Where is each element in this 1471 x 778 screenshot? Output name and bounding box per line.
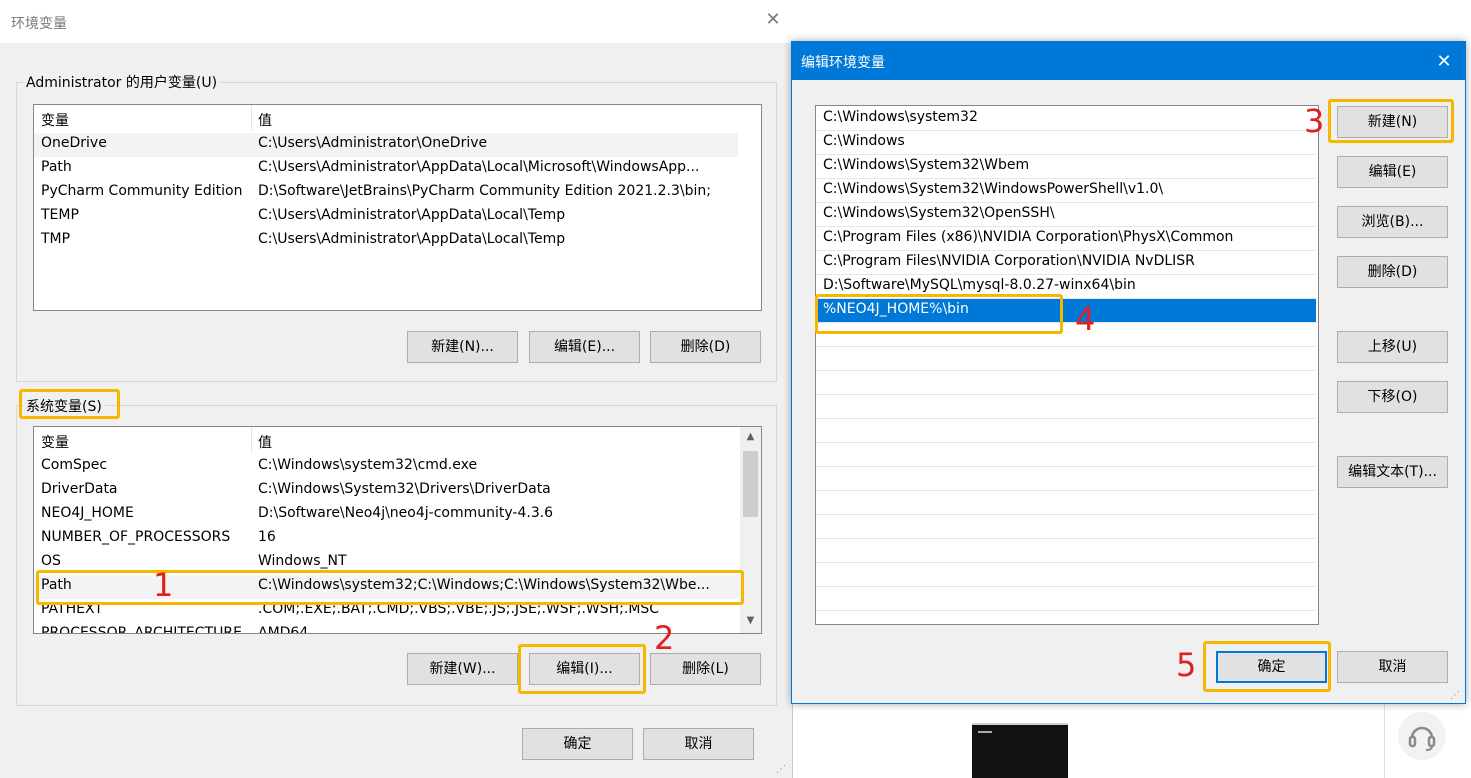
variable-name: PROCESSOR_ARCHITECTURE: [41, 625, 242, 634]
variable-name: TMP: [41, 231, 71, 247]
close-icon[interactable]: ✕: [1432, 50, 1456, 74]
variable-name: DriverData: [41, 481, 118, 497]
highlight-system-variables: [19, 389, 120, 419]
browse-button[interactable]: 浏览(B)...: [1337, 206, 1448, 238]
list-item[interactable]: C:\Windows\System32\WindowsPowerShell\v1…: [816, 179, 1316, 203]
table-row[interactable]: TMP C:\Users\Administrator\AppData\Local…: [34, 229, 738, 253]
table-row[interactable]: NUMBER_OF_PROCESSORS 16: [34, 527, 740, 551]
variable-name: Path: [41, 159, 72, 175]
variable-name: NUMBER_OF_PROCESSORS: [41, 529, 231, 545]
highlight-edit-button: [518, 644, 646, 694]
empty-row[interactable]: [816, 467, 1316, 491]
dialog-title: 环境变量: [11, 16, 67, 32]
ok-button[interactable]: 确定: [522, 728, 633, 760]
headset-icon[interactable]: [1398, 712, 1446, 760]
list-item[interactable]: C:\Program Files (x86)\NVIDIA Corporatio…: [816, 227, 1316, 251]
variable-value: D:\Software\JetBrains\PyCharm Community …: [258, 183, 711, 199]
list-item[interactable]: C:\Windows: [816, 131, 1316, 155]
user-variables-legend: Administrator 的用户变量(U): [23, 72, 221, 92]
user-new-button[interactable]: 新建(N)...: [407, 331, 518, 363]
annotation-number-1: 1: [153, 566, 174, 604]
variable-value: C:\Users\Administrator\OneDrive: [258, 135, 488, 151]
path-list[interactable]: C:\Windows\system32 C:\Windows C:\Window…: [815, 105, 1319, 625]
move-up-button[interactable]: 上移(U): [1337, 331, 1448, 363]
variable-value: C:\Users\Administrator\AppData\Local\Tem…: [258, 231, 566, 247]
empty-row[interactable]: [816, 587, 1316, 611]
system-delete-button[interactable]: 删除(L): [650, 653, 761, 685]
table-row[interactable]: TEMP C:\Users\Administrator\AppData\Loca…: [34, 205, 738, 229]
variable-value: Windows_NT: [258, 553, 347, 569]
title-bar: 编辑环境变量 ✕: [792, 42, 1465, 80]
edit-path-button[interactable]: 编辑(E): [1337, 156, 1448, 188]
list-item[interactable]: C:\Windows\System32\OpenSSH\: [816, 203, 1316, 227]
resize-grip-icon[interactable]: ⋰: [776, 764, 788, 776]
variable-name: OS: [41, 553, 61, 569]
list-item[interactable]: C:\Program Files\NVIDIA Corporation\NVID…: [816, 251, 1316, 275]
empty-row[interactable]: [816, 563, 1316, 587]
variable-value: C:\Windows\system32\cmd.exe: [258, 457, 478, 473]
variable-value: 16: [258, 529, 276, 545]
system-new-button[interactable]: 新建(W)...: [407, 653, 518, 685]
scroll-thumb[interactable]: [743, 451, 758, 517]
annotation-number-3: 3: [1304, 102, 1325, 140]
highlight-new-path-entry: [815, 294, 1063, 334]
empty-row[interactable]: [816, 491, 1316, 515]
empty-row[interactable]: [816, 443, 1316, 467]
variable-name: NEO4J_HOME: [41, 505, 134, 521]
empty-row[interactable]: [816, 419, 1316, 443]
list-item[interactable]: C:\Windows\system32: [816, 107, 1316, 131]
variable-name: TEMP: [41, 207, 79, 223]
highlight-new-button: [1328, 99, 1454, 143]
list-header: 变量 值: [34, 427, 761, 453]
column-header-variable[interactable]: 变量: [41, 110, 69, 130]
scroll-down-icon[interactable]: ▼: [740, 615, 761, 626]
highlight-path-row: [36, 570, 744, 605]
variable-value: D:\Software\Neo4j\neo4j-community-4.3.6: [258, 505, 554, 521]
variable-name: PyCharm Community Edition: [41, 183, 243, 199]
move-down-button[interactable]: 下移(O): [1337, 381, 1448, 413]
resize-grip-icon[interactable]: ⋰: [1450, 690, 1462, 702]
table-row[interactable]: DriverData C:\Windows\System32\Drivers\D…: [34, 479, 740, 503]
user-variables-list[interactable]: 变量 值 OneDrive C:\Users\Administrator\One…: [33, 104, 762, 311]
edit-text-button[interactable]: 编辑文本(T)...: [1337, 456, 1448, 488]
table-row[interactable]: PyCharm Community Edition D:\Software\Je…: [34, 181, 738, 205]
variable-value: C:\Users\Administrator\AppData\Local\Mic…: [258, 159, 700, 175]
table-row[interactable]: ComSpec C:\Windows\system32\cmd.exe: [34, 455, 740, 479]
annotation-number-4: 4: [1075, 300, 1096, 338]
table-row[interactable]: NEO4J_HOME D:\Software\Neo4j\neo4j-commu…: [34, 503, 740, 527]
list-header: 变量 值: [34, 105, 761, 131]
background-divider: [1384, 700, 1385, 778]
cancel-button[interactable]: 取消: [643, 728, 754, 760]
user-edit-button[interactable]: 编辑(E)...: [529, 331, 640, 363]
close-icon[interactable]: ✕: [762, 9, 784, 31]
cancel-button[interactable]: 取消: [1337, 651, 1448, 683]
scroll-up-icon[interactable]: ▲: [740, 431, 761, 442]
table-row[interactable]: OneDrive C:\Users\Administrator\OneDrive: [34, 133, 738, 157]
variable-name: OneDrive: [41, 135, 107, 151]
column-header-value[interactable]: 值: [258, 110, 272, 130]
empty-row[interactable]: [816, 515, 1316, 539]
column-header-variable[interactable]: 变量: [41, 432, 69, 452]
empty-row[interactable]: [816, 347, 1316, 371]
variable-name: ComSpec: [41, 457, 108, 473]
table-row[interactable]: Path C:\Users\Administrator\AppData\Loca…: [34, 157, 738, 181]
user-delete-button[interactable]: 删除(D): [650, 331, 761, 363]
annotation-number-2: 2: [654, 619, 675, 657]
title-bar: 环境变量 ✕: [0, 0, 793, 43]
highlight-ok-button: [1203, 641, 1331, 692]
annotation-number-5: 5: [1176, 646, 1197, 684]
variable-value: C:\Windows\System32\Drivers\DriverData: [258, 481, 551, 497]
list-item[interactable]: C:\Windows\System32\Wbem: [816, 155, 1316, 179]
column-header-value[interactable]: 值: [258, 432, 272, 452]
dialog-title: 编辑环境变量: [801, 55, 885, 71]
table-row[interactable]: PROCESSOR_ARCHITECTURE AMD64: [34, 623, 740, 634]
empty-row[interactable]: [816, 395, 1316, 419]
empty-row[interactable]: [816, 371, 1316, 395]
variable-value: C:\Users\Administrator\AppData\Local\Tem…: [258, 207, 566, 223]
empty-row[interactable]: [816, 539, 1316, 563]
terminal-thumbnail: [972, 723, 1068, 778]
delete-path-button[interactable]: 删除(D): [1337, 256, 1448, 288]
